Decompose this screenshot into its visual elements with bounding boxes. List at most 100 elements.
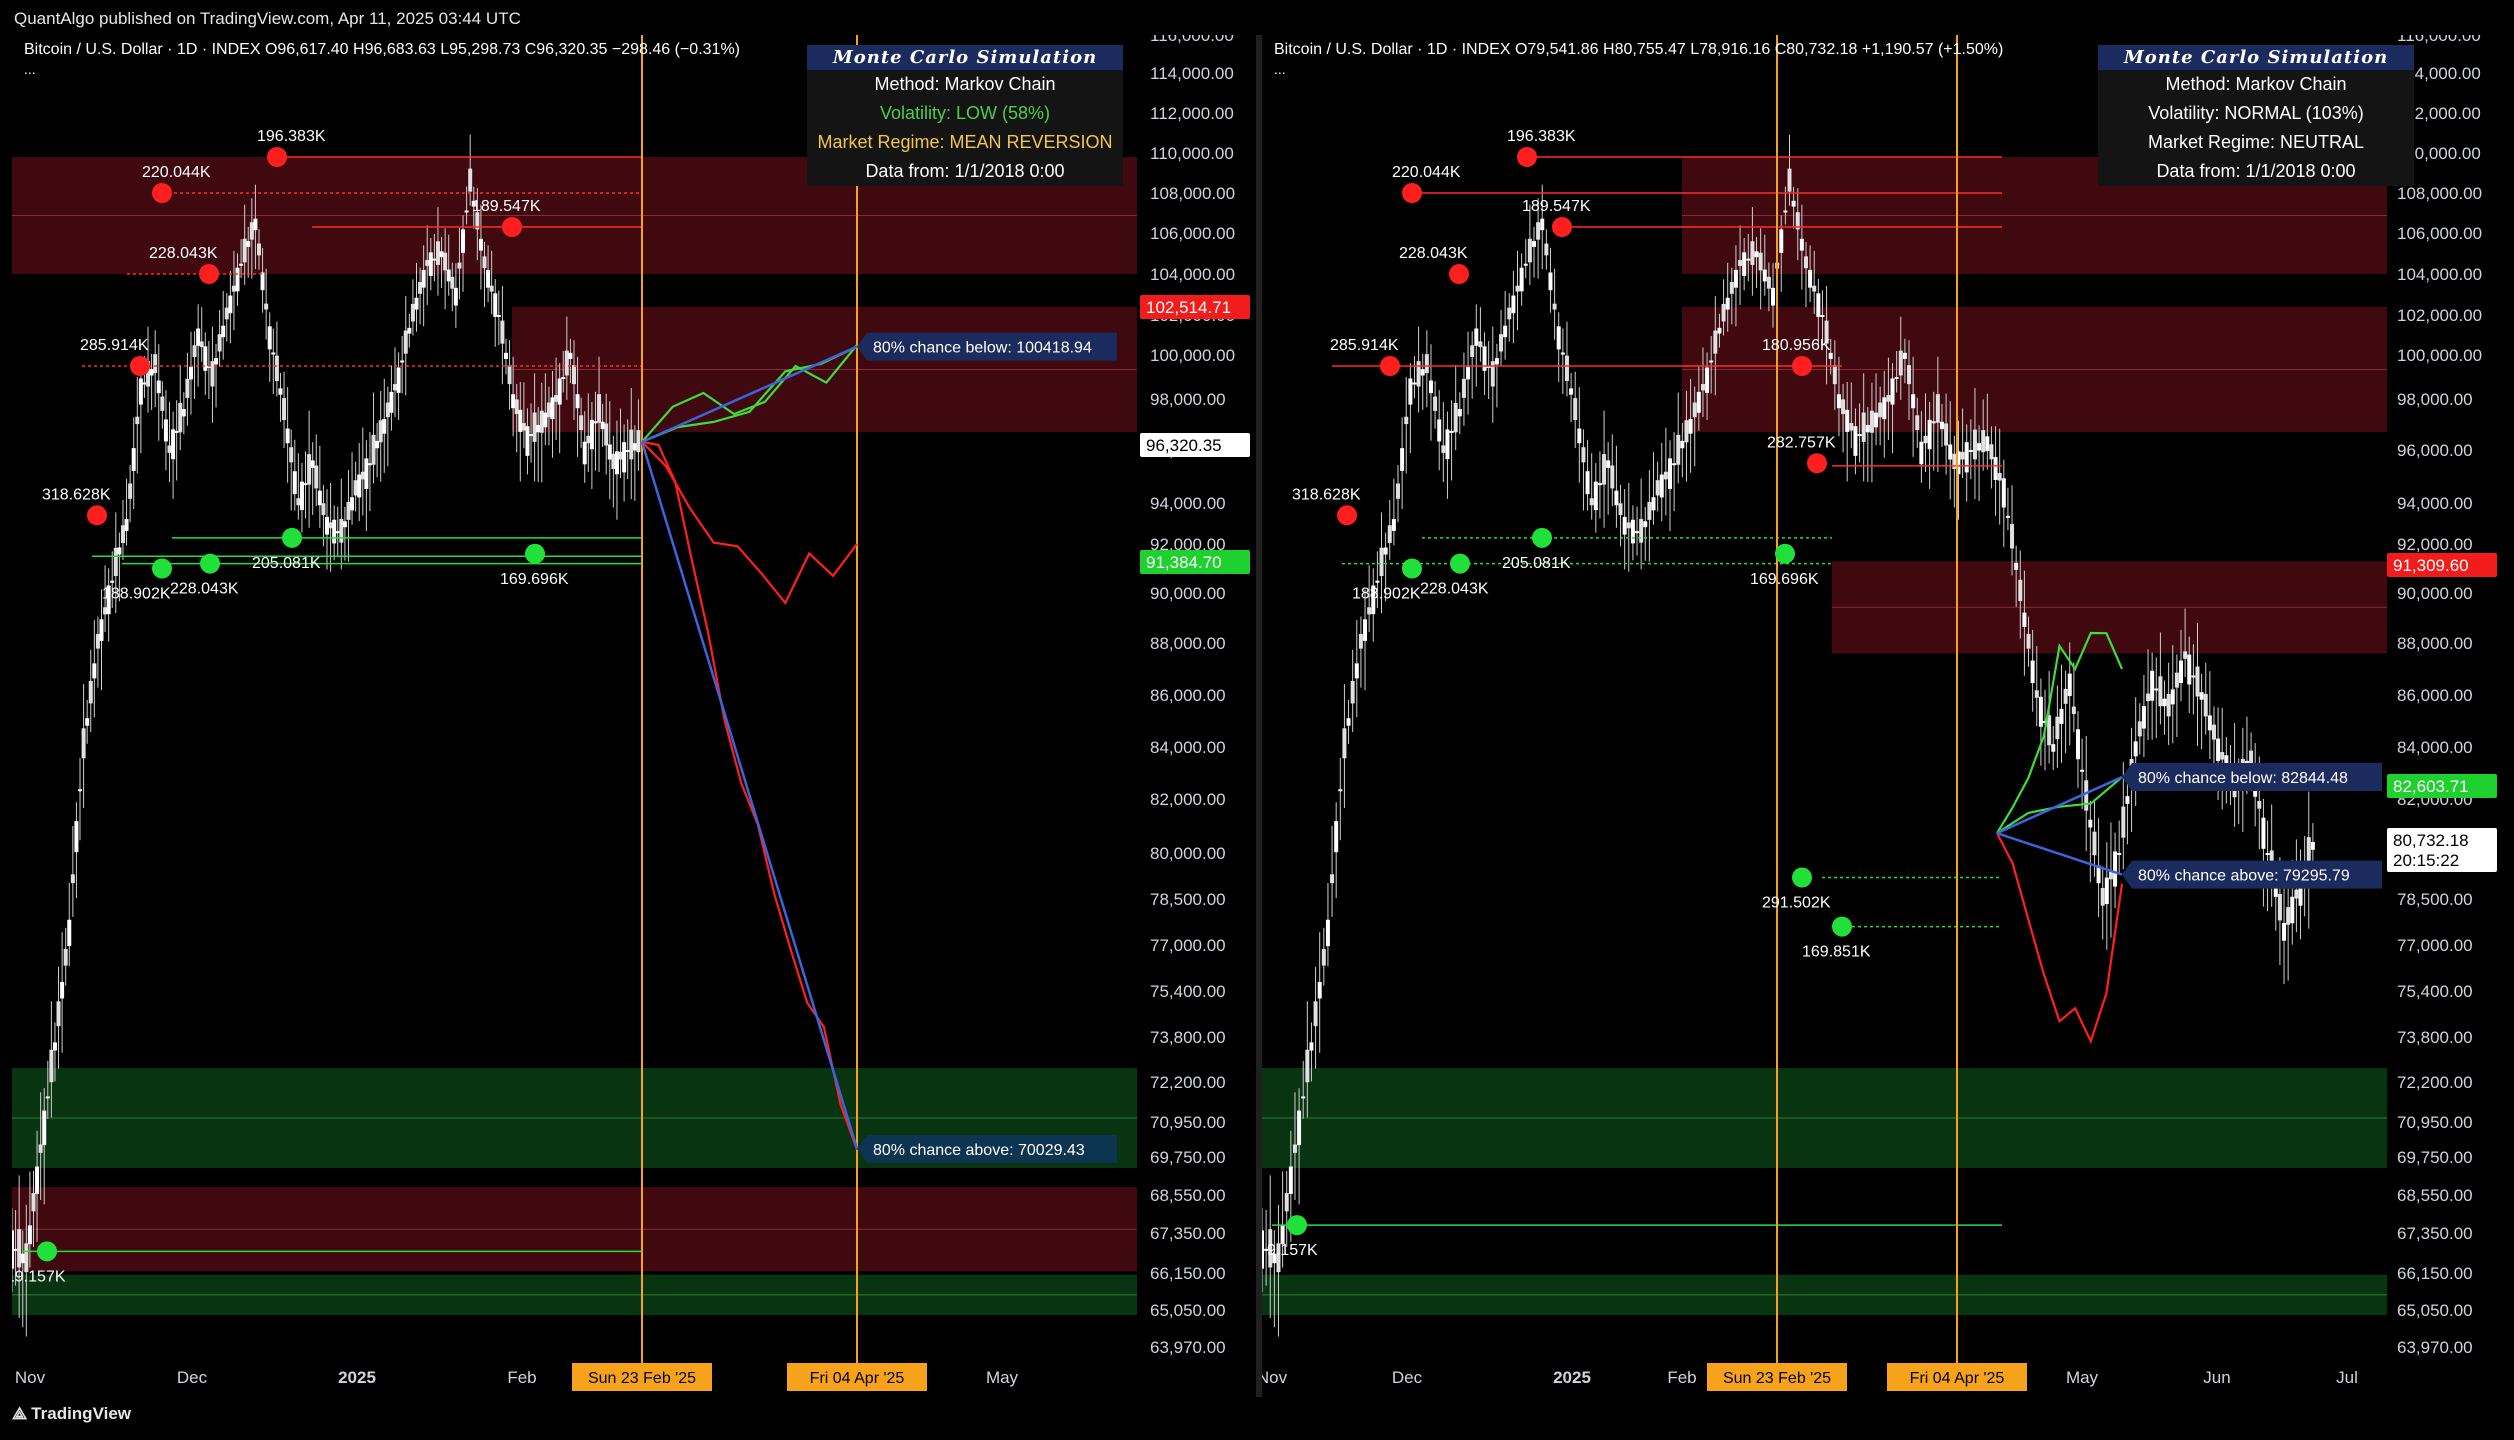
- chart-panel-right[interactable]: 196.383K 220.044K 189.547K 228.043K 285.914K…: [1262, 35, 2502, 1397]
- candle-body: [521, 423, 526, 431]
- candle-body: [1861, 412, 1866, 442]
- candle-body: [188, 366, 193, 380]
- candle-body: [1808, 269, 1813, 288]
- y-tick-label: 88,000.00: [1150, 634, 1226, 653]
- candle-body: [88, 680, 93, 704]
- candle-body: [199, 341, 204, 348]
- candle-body: [264, 303, 269, 310]
- candle-body: [360, 471, 365, 480]
- x-axis-label: Nov: [1262, 1368, 1288, 1387]
- price-tag-text: 102,514.71: [1146, 298, 1231, 317]
- candle-body: [1886, 395, 1891, 402]
- candle-body: [2310, 842, 2315, 850]
- candle-body: [1466, 366, 1471, 380]
- pivot-low-label: 228.043K: [1420, 581, 1489, 598]
- pivot-high-marker: [1402, 183, 1422, 203]
- candle-body: [1531, 241, 1536, 247]
- candle-body: [403, 330, 408, 354]
- candle-body: [260, 272, 265, 291]
- y-tick-label: 116,000.00: [2397, 35, 2481, 45]
- candle-body: [1346, 718, 1351, 726]
- candle-body: [249, 222, 254, 240]
- y-tick-label: 108,000.00: [1150, 184, 1235, 203]
- pivot-low-marker: [1450, 553, 1470, 574]
- candle-body: [453, 287, 458, 306]
- candle-body: [217, 334, 222, 352]
- candle-body: [1878, 402, 1883, 418]
- candle-body: [546, 402, 551, 418]
- candle-body: [1738, 260, 1743, 266]
- candle-body: [1622, 516, 1627, 535]
- candle-body: [128, 483, 133, 499]
- candle-body: [2055, 716, 2060, 740]
- chart-canvas-left[interactable]: 196.383K 220.044K 189.547K 228.043K 285.914K…: [12, 35, 1255, 1397]
- price-tag-text: 82,603.71: [2393, 777, 2469, 796]
- y-tick-label: 68,550.00: [1150, 1186, 1226, 1205]
- candle-body: [1338, 789, 1343, 792]
- y-tick-label: 90,000.00: [1150, 584, 1226, 603]
- y-tick-label: 100,000.00: [1150, 346, 1235, 365]
- y-tick-label: 67,350.00: [1150, 1224, 1226, 1243]
- candle-body: [142, 382, 147, 385]
- footer-brand[interactable]: ⟁ TradingView: [12, 1404, 131, 1424]
- candle-body: [1630, 519, 1635, 544]
- chart-canvas-right[interactable]: 196.383K 220.044K 189.547K 228.043K 285.914K…: [1262, 35, 2502, 1397]
- y-tick-label: 73,800.00: [2397, 1028, 2473, 1047]
- candle-body: [428, 252, 433, 276]
- candle-body: [375, 440, 380, 449]
- candle-body: [124, 519, 129, 531]
- chart-panel-left[interactable]: 196.383K 220.044K 189.547K 228.043K 285.914K…: [12, 35, 1255, 1397]
- pivot-high-marker: [1552, 217, 1572, 237]
- pivot-low-marker: [152, 558, 172, 579]
- pivot-high-marker: [1807, 453, 1827, 474]
- ohlc-values: Bitcoin / U.S. Dollar · 1D · INDEX O96,6…: [24, 41, 740, 58]
- candle-body: [2080, 769, 2085, 772]
- candle-body: [1729, 281, 1734, 294]
- simulation-path: [1996, 631, 2124, 834]
- y-tick-label: 104,000.00: [1150, 265, 1235, 284]
- candle-body: [332, 519, 337, 544]
- candle-body: [2038, 696, 2043, 727]
- tradingview-logo-icon: ⟁: [12, 1404, 28, 1423]
- candle-body: [614, 451, 619, 475]
- more-button[interactable]: ...: [24, 61, 740, 77]
- candle-body: [503, 352, 508, 359]
- candle-body: [1882, 397, 1887, 420]
- candle-body: [1297, 1110, 1302, 1146]
- candle-body: [1754, 251, 1759, 258]
- candle-body: [163, 419, 168, 442]
- mc-regime: Market Regime: MEAN REVERSION: [807, 128, 1123, 157]
- pivot-high-marker: [87, 505, 107, 526]
- candle-body: [489, 285, 494, 292]
- candle-body: [1262, 1230, 1264, 1269]
- candle-body: [42, 1110, 47, 1146]
- candle-body: [1894, 377, 1899, 379]
- candle-body: [378, 420, 383, 443]
- candle-body: [2034, 690, 2039, 698]
- candle-body: [1556, 326, 1561, 350]
- simulation-path: [1996, 832, 2124, 1045]
- candle-body: [310, 460, 315, 469]
- candle-body: [1721, 303, 1726, 322]
- candle-body: [1680, 440, 1685, 449]
- mc-regime: Market Regime: NEUTRAL: [2098, 128, 2414, 157]
- more-button[interactable]: ...: [1274, 61, 2003, 77]
- candle-body: [85, 718, 90, 726]
- candle-body: [231, 285, 236, 292]
- x-axis-label: Jun: [2203, 1368, 2230, 1387]
- candle-body: [1672, 463, 1677, 466]
- candle-body: [271, 352, 276, 355]
- symbol-info: Bitcoin / U.S. Dollar · 1D · INDEX O79,5…: [1274, 41, 2003, 77]
- candle-body: [156, 380, 161, 394]
- candle-body: [2207, 715, 2212, 731]
- candle-body: [425, 260, 430, 266]
- candle-body: [1746, 258, 1751, 261]
- x-axis-label: Dec: [1392, 1368, 1423, 1387]
- candle-body: [1400, 448, 1405, 471]
- candle-body: [2104, 877, 2109, 905]
- candle-body: [1437, 419, 1442, 442]
- price-tag-text: 91,384.70: [1146, 553, 1222, 572]
- candle-body: [1939, 421, 1944, 430]
- candle-body: [2092, 831, 2097, 856]
- candle-body: [636, 430, 641, 453]
